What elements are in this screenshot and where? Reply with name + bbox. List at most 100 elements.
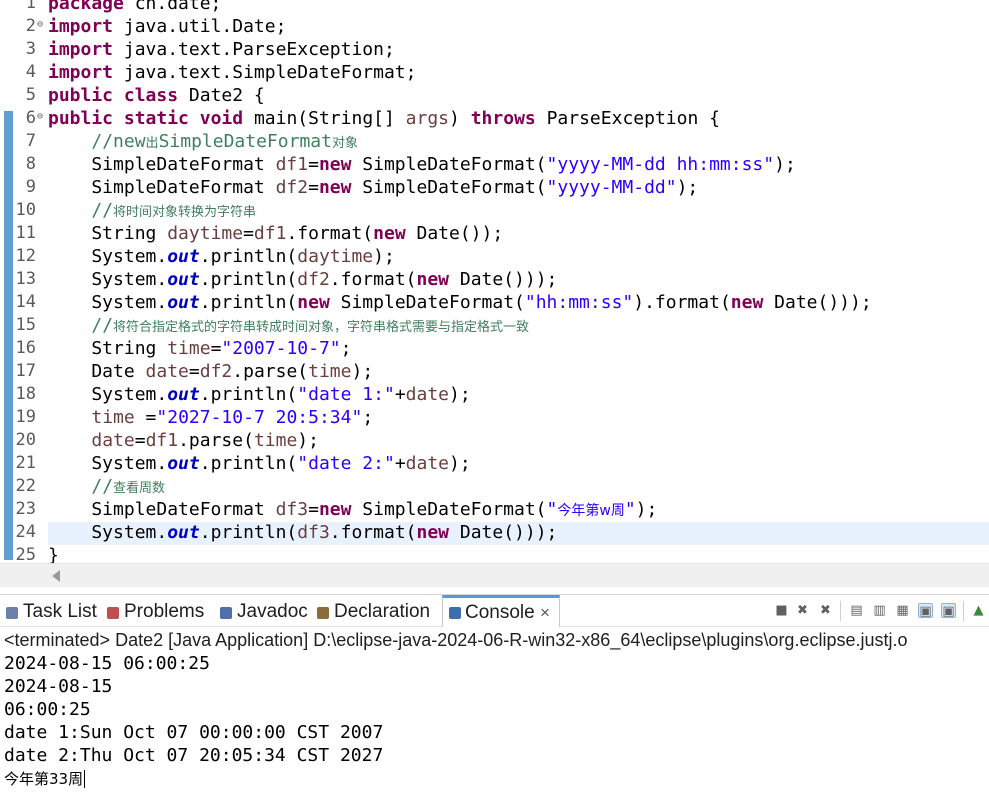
remove-launch-icon[interactable]: ✖: [795, 603, 810, 618]
code-line[interactable]: 22 //查看周数: [0, 475, 989, 498]
code-text[interactable]: //new出SimpleDateFormat对象: [48, 130, 358, 155]
code-editor[interactable]: 1 package cn.date; 2 ⊖ import java.util.Date…: [0, 0, 989, 590]
scroll-left-icon[interactable]: [52, 570, 60, 582]
code-token: new: [416, 522, 450, 543]
code-token: 查看周数: [113, 481, 166, 496]
terminate-icon[interactable]: ■: [774, 603, 789, 618]
code-text[interactable]: import java.text.SimpleDateFormat;: [48, 61, 416, 84]
code-line[interactable]: 12 System.out.println(daytime);: [0, 245, 989, 268]
code-line[interactable]: 2 ⊖ import java.util.Date;: [0, 15, 989, 38]
line-number: 3: [25, 39, 36, 59]
code-line[interactable]: 16 String time="2007-10-7";: [0, 337, 989, 360]
tab-javadoc[interactable]: Javadoc: [220, 598, 310, 626]
show-on-output-icon[interactable]: ▣: [918, 603, 933, 619]
code-text[interactable]: System.out.println("date 1:"+date);: [48, 383, 470, 406]
code-line[interactable]: 10 //将时间对象转换为字符串: [0, 199, 989, 222]
tab-declaration[interactable]: Declaration: [317, 598, 439, 626]
code-line[interactable]: 4 import java.text.SimpleDateFormat;: [0, 61, 989, 84]
code-text[interactable]: System.out.println(daytime);: [48, 245, 394, 268]
code-line[interactable]: 20 date=df1.parse(time);: [0, 429, 989, 452]
code-token: .println(: [199, 453, 298, 474]
code-text[interactable]: time ="2027-10-7 20:5:34";: [48, 406, 373, 429]
line-number: 1: [25, 0, 36, 13]
code-text[interactable]: System.out.println(new SimpleDateFormat(…: [48, 291, 872, 314]
code-line[interactable]: 23 SimpleDateFormat df3=new SimpleDateFo…: [0, 498, 989, 521]
show-on-error-icon[interactable]: ▣: [941, 603, 956, 619]
code-token: static: [123, 108, 189, 129]
code-text[interactable]: String daytime=df1.format(new Date());: [48, 222, 503, 245]
code-text[interactable]: date=df1.parse(time);: [48, 429, 319, 452]
code-token: df1: [253, 223, 287, 244]
code-text[interactable]: public class Date2 {: [48, 84, 265, 107]
code-token: Date()));: [763, 292, 872, 313]
code-text[interactable]: Date date=df2.parse(time);: [48, 360, 373, 383]
code-text[interactable]: System.out.println(df2.format(new Date()…: [48, 268, 557, 291]
console-output[interactable]: 2024-08-15 06:00:25 2024-08-15 06:00:25 …: [4, 652, 383, 790]
code-token: .parse(: [178, 430, 254, 451]
code-token: daytime: [167, 223, 244, 244]
code-line[interactable]: 7 //new出SimpleDateFormat对象: [0, 130, 989, 153]
code-token: );: [449, 453, 471, 474]
code-line[interactable]: 1 package cn.date;: [0, 0, 989, 15]
code-text[interactable]: SimpleDateFormat df1=new SimpleDateForma…: [48, 153, 795, 176]
code-text[interactable]: //将时间对象转换为字符串: [48, 199, 256, 224]
code-token: );: [297, 430, 319, 451]
tab-label: Declaration: [334, 601, 431, 622]
pin-console-icon[interactable]: ▲: [971, 603, 986, 618]
code-token: df1: [275, 154, 309, 175]
code-token: 将符合指定格式的字符串转成时间对象，字符串格式需要与指定格式一致: [113, 320, 530, 335]
code-line[interactable]: 19 time ="2027-10-7 20:5:34";: [0, 406, 989, 429]
code-line[interactable]: 18 System.out.println("date 1:"+date);: [0, 383, 989, 406]
code-token: .format(: [329, 522, 417, 543]
code-text[interactable]: System.out.println(df3.format(new Date()…: [48, 521, 557, 544]
line-number: 6: [25, 108, 36, 128]
code-line[interactable]: 13 System.out.println(df2.format(new Dat…: [0, 268, 989, 291]
code-line[interactable]: 11 String daytime=df1.format(new Date())…: [0, 222, 989, 245]
clear-console-icon[interactable]: ▤: [849, 603, 864, 618]
tab-label: Javadoc: [237, 601, 308, 622]
console-output-text: 今年第33周: [4, 770, 84, 788]
fold-toggle-icon[interactable]: ⊖: [37, 15, 43, 35]
code-token: System.: [48, 292, 168, 313]
code-line[interactable]: 14 System.out.println(new SimpleDateForm…: [0, 291, 989, 314]
code-line[interactable]: 5 public class Date2 {: [0, 84, 989, 107]
tab-problems[interactable]: Problems: [107, 598, 211, 626]
code-token: SimpleDateFormat(: [351, 177, 547, 198]
fold-toggle-icon[interactable]: ⊖: [37, 107, 43, 127]
remove-all-terminated-icon[interactable]: ✖: [818, 603, 833, 618]
close-icon[interactable]: ×: [540, 599, 550, 627]
code-text[interactable]: package cn.date;: [48, 0, 221, 15]
horizontal-scrollbar[interactable]: [0, 563, 989, 587]
code-text[interactable]: System.out.println("date 2:"+date);: [48, 452, 471, 475]
code-line[interactable]: 24 System.out.println(df3.format(new Dat…: [0, 521, 989, 544]
code-text[interactable]: //将符合指定格式的字符串转成时间对象，字符串格式需要与指定格式一致: [48, 314, 529, 339]
scroll-lock-icon[interactable]: ▥: [872, 603, 887, 618]
line-number: 7: [25, 131, 36, 151]
code-text[interactable]: SimpleDateFormat df2=new SimpleDateForma…: [48, 176, 698, 199]
tab-task-list[interactable]: Task List: [6, 598, 100, 626]
toolbar-separator: [963, 601, 964, 621]
code-text[interactable]: public static void main(String[] args) t…: [48, 107, 720, 130]
toolbar-separator: [840, 601, 841, 621]
line-number: 20: [15, 430, 36, 450]
tab-console[interactable]: Console ×: [442, 595, 560, 627]
code-line[interactable]: 17 Date date=df2.parse(time);: [0, 360, 989, 383]
code-line[interactable]: 21 System.out.println("date 2:"+date);: [0, 452, 989, 475]
code-text[interactable]: import java.text.ParseException;: [48, 38, 395, 61]
code-line[interactable]: 15 //将符合指定格式的字符串转成时间对象，字符串格式需要与指定格式一致: [0, 314, 989, 337]
code-line[interactable]: 9 SimpleDateFormat df2=new SimpleDateFor…: [0, 176, 989, 199]
code-text[interactable]: import java.util.Date;: [48, 15, 286, 38]
code-line[interactable]: 8 SimpleDateFormat df1=new SimpleDateFor…: [0, 153, 989, 176]
code-line[interactable]: 3 import java.text.ParseException;: [0, 38, 989, 61]
code-text[interactable]: String time="2007-10-7";: [48, 337, 351, 360]
code-text[interactable]: //查看周数: [48, 475, 165, 500]
word-wrap-icon[interactable]: ▦: [895, 603, 910, 618]
code-token: SimpleDateFormat(: [351, 154, 547, 175]
code-line[interactable]: 6 ⊖ public static void main(String[] args)…: [0, 107, 989, 130]
code-token: "2007-10-7": [221, 338, 341, 359]
code-text[interactable]: SimpleDateFormat df3=new SimpleDateForma…: [48, 498, 657, 523]
